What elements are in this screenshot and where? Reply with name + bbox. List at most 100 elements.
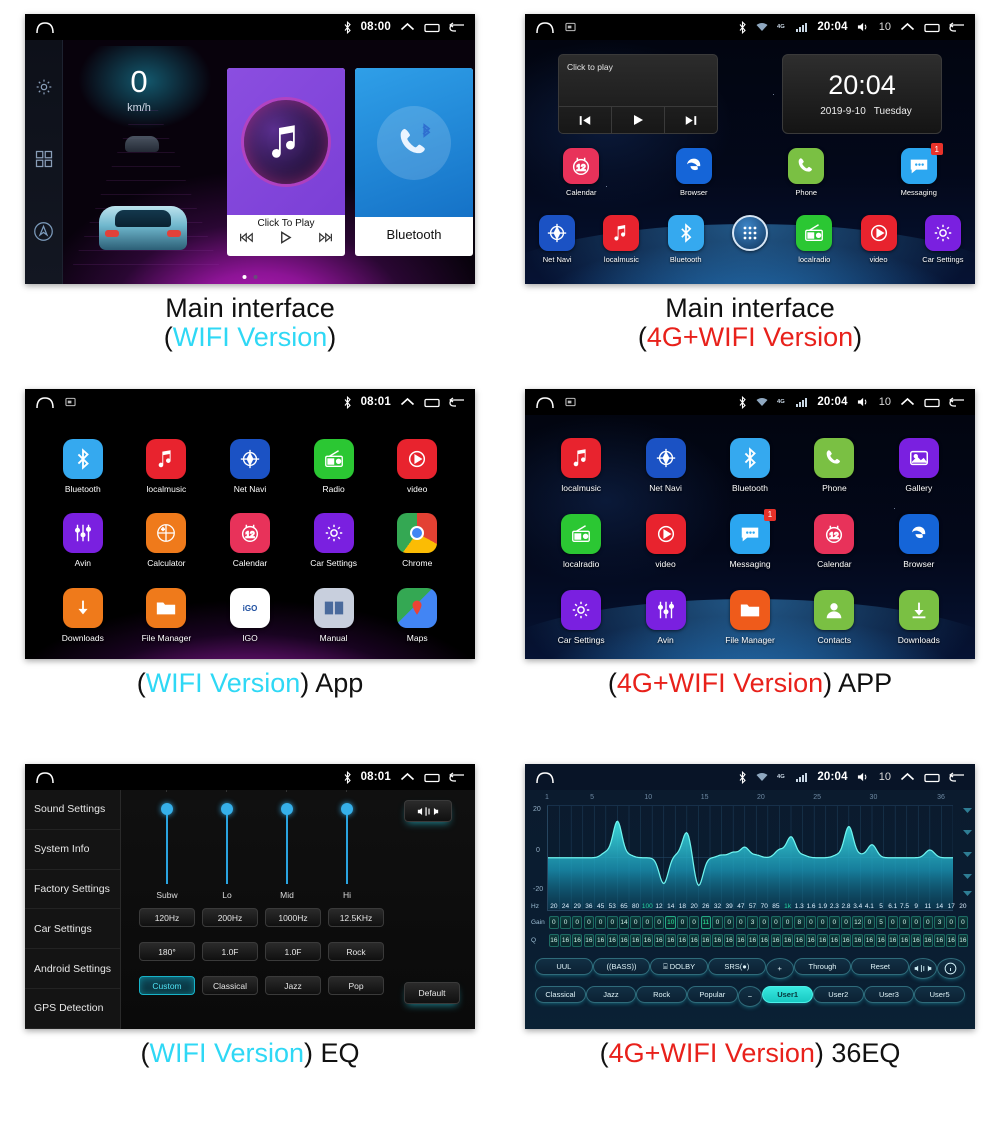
app-gallery[interactable]: Gallery bbox=[877, 427, 961, 503]
q-cell[interactable]: 16 bbox=[735, 934, 747, 947]
apps-grid-icon[interactable] bbox=[34, 149, 54, 174]
prev-icon[interactable] bbox=[238, 231, 256, 249]
app-messaging[interactable]: 1 Messaging bbox=[884, 143, 954, 197]
q-cell[interactable]: 16 bbox=[747, 934, 758, 947]
app-avin[interactable]: Avin bbox=[41, 504, 125, 579]
q-cell[interactable]: 16 bbox=[560, 934, 571, 947]
gain-cell[interactable]: 0 bbox=[653, 916, 665, 929]
q-cell[interactable]: 16 bbox=[642, 934, 653, 947]
prev-icon[interactable] bbox=[559, 107, 611, 133]
app-calculator[interactable]: + Calculator bbox=[125, 504, 209, 579]
app-phone[interactable]: Phone bbox=[792, 427, 876, 503]
q-cell[interactable]: 16 bbox=[571, 934, 583, 947]
assistant-icon[interactable] bbox=[33, 221, 54, 247]
app-drawer[interactable] bbox=[718, 215, 782, 264]
app-calendar[interactable]: 12 Calendar bbox=[792, 503, 876, 579]
eq-button-dolby[interactable]: ⌸ DOLBY bbox=[650, 958, 709, 975]
q-cell[interactable]: 16 bbox=[887, 934, 899, 947]
menu-sound-settings[interactable]: Sound Settings bbox=[25, 790, 120, 830]
clock-widget[interactable]: 20:04 2019-9-10 Tuesday bbox=[782, 54, 942, 134]
eq-button-user2[interactable]: User2 bbox=[812, 986, 864, 1003]
q-cell[interactable]: 16 bbox=[899, 934, 910, 947]
q-cell[interactable]: 16 bbox=[957, 934, 969, 947]
eq-button-jazz[interactable]: Jazz bbox=[585, 986, 637, 1003]
q-cell[interactable]: 16 bbox=[653, 934, 665, 947]
app-browser[interactable]: Browser bbox=[659, 148, 729, 197]
app-localmusic[interactable]: localmusic bbox=[539, 427, 623, 503]
speaker-icon[interactable] bbox=[857, 21, 870, 33]
eq-button-rock[interactable]: Rock bbox=[636, 986, 687, 1003]
q-cell[interactable]: 16 bbox=[712, 934, 723, 947]
home-icon[interactable] bbox=[35, 771, 55, 784]
play-icon[interactable] bbox=[611, 107, 664, 133]
gain-cell[interactable]: 0 bbox=[571, 916, 583, 929]
back-icon[interactable] bbox=[449, 396, 465, 408]
gain-cell[interactable]: 10 bbox=[665, 916, 676, 929]
gear-icon[interactable] bbox=[34, 77, 54, 102]
app-messaging[interactable]: 1 Messaging bbox=[708, 503, 792, 579]
freq-btn-2[interactable]: 200Hz bbox=[202, 908, 258, 927]
gain-cell[interactable]: 0 bbox=[642, 916, 653, 929]
menu-android-settings[interactable]: Android Settings bbox=[25, 949, 120, 989]
chevron-up-icon[interactable] bbox=[900, 22, 915, 33]
next-icon[interactable] bbox=[664, 107, 717, 133]
page-dot-1[interactable] bbox=[242, 275, 247, 279]
gain-cell[interactable]: 0 bbox=[840, 916, 852, 929]
app-bluetooth[interactable]: Bluetooth bbox=[708, 427, 792, 503]
menu-system-info[interactable]: System Info bbox=[25, 830, 120, 870]
play-icon[interactable] bbox=[278, 230, 293, 250]
menu-gps-detection[interactable]: GPS Detection bbox=[25, 989, 120, 1029]
app-file-manager[interactable]: File Manager bbox=[708, 579, 792, 655]
param-btn-4[interactable]: Rock bbox=[328, 942, 384, 961]
chevron-up-icon[interactable] bbox=[400, 397, 415, 408]
back-icon[interactable] bbox=[449, 21, 465, 33]
app-calendar[interactable]: 12 Calendar bbox=[208, 504, 292, 579]
app-net-navi[interactable]: Net Navi bbox=[208, 429, 292, 504]
balance-button[interactable] bbox=[404, 800, 452, 822]
gain-cell[interactable]: 0 bbox=[630, 916, 641, 929]
app-downloads[interactable]: Downloads bbox=[41, 578, 125, 653]
eq-button-bass[interactable]: ((BASS)) bbox=[592, 958, 651, 975]
q-cell[interactable]: 16 bbox=[665, 934, 676, 947]
gain-cell[interactable]: 0 bbox=[712, 916, 723, 929]
gain-cell[interactable]: 11 bbox=[700, 916, 712, 929]
eq-button-[interactable]: + bbox=[765, 958, 794, 979]
gain-cell[interactable]: 0 bbox=[805, 916, 817, 929]
freq-btn-3[interactable]: 1000Hz bbox=[265, 908, 321, 927]
app-bluetooth[interactable]: Bluetooth bbox=[41, 429, 125, 504]
home-icon[interactable] bbox=[535, 771, 555, 784]
gain-cell[interactable]: 3 bbox=[934, 916, 945, 929]
gain-cell[interactable]: 12 bbox=[852, 916, 863, 929]
q-cell[interactable]: 16 bbox=[817, 934, 828, 947]
app-car-settings[interactable]: Car Settings bbox=[292, 504, 376, 579]
q-cell[interactable]: 16 bbox=[805, 934, 817, 947]
slider-lo[interactable] bbox=[221, 803, 233, 884]
preset-pop[interactable]: Pop bbox=[328, 976, 384, 995]
q-cell[interactable]: 16 bbox=[607, 934, 618, 947]
recents-icon[interactable] bbox=[424, 772, 440, 783]
eq-button-uul[interactable]: UUL bbox=[535, 958, 593, 975]
q-cell[interactable]: 16 bbox=[864, 934, 875, 947]
app-localmusic[interactable]: localmusic bbox=[589, 215, 653, 264]
gain-cell[interactable]: 0 bbox=[957, 916, 969, 929]
q-cell[interactable]: 16 bbox=[910, 934, 922, 947]
recents-icon[interactable] bbox=[924, 22, 940, 33]
app-file-manager[interactable]: File Manager bbox=[125, 578, 209, 653]
app-localmusic[interactable]: localmusic bbox=[125, 429, 209, 504]
next-icon[interactable] bbox=[316, 231, 334, 249]
back-icon[interactable] bbox=[949, 21, 965, 33]
q-cell[interactable]: 16 bbox=[595, 934, 606, 947]
recents-icon[interactable] bbox=[924, 397, 940, 408]
gain-cell[interactable]: 5 bbox=[875, 916, 887, 929]
slider-subw[interactable] bbox=[161, 803, 173, 884]
slider-hi[interactable] bbox=[341, 803, 353, 884]
gain-cell[interactable]: 0 bbox=[583, 916, 595, 929]
app-localradio[interactable]: localradio bbox=[782, 215, 846, 264]
app-downloads[interactable]: Downloads bbox=[877, 579, 961, 655]
music-widget[interactable]: Click To Play bbox=[227, 68, 345, 256]
freq-btn-4[interactable]: 12.5KHz bbox=[328, 908, 384, 927]
app-net-navi[interactable]: Net Navi bbox=[623, 427, 707, 503]
app-radio[interactable]: Radio bbox=[292, 429, 376, 504]
q-cell[interactable]: 16 bbox=[700, 934, 712, 947]
app-localradio[interactable]: localradio bbox=[539, 503, 623, 579]
